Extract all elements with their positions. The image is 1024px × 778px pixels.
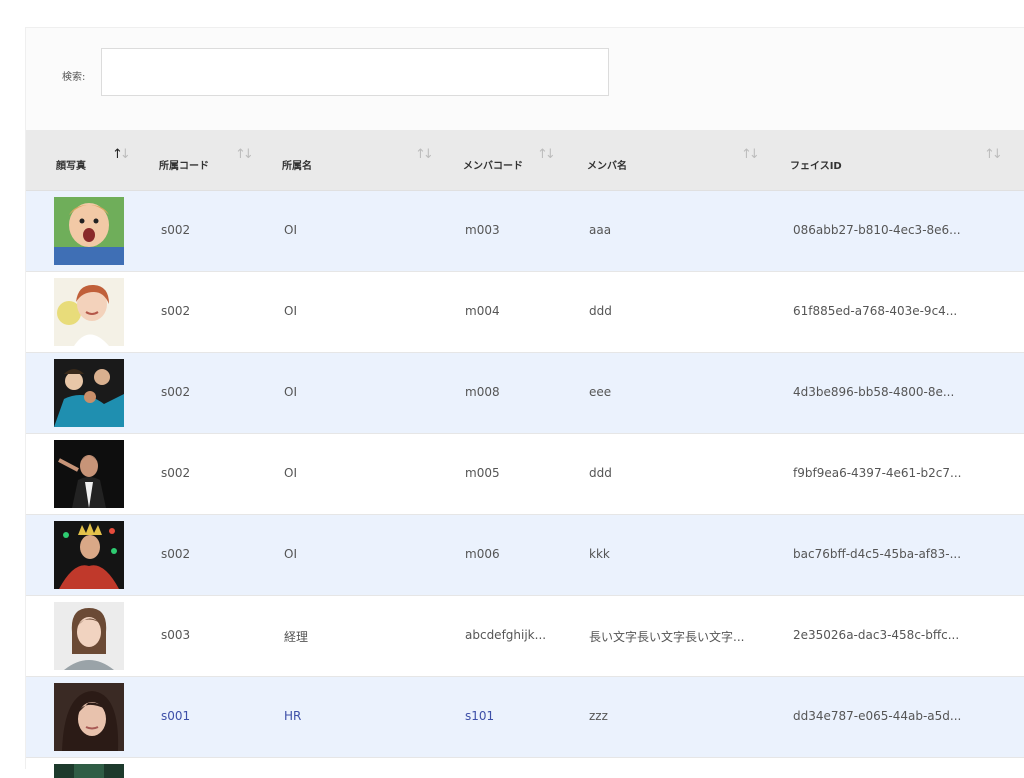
member-photo [54, 278, 124, 346]
member-photo [54, 359, 124, 427]
sort-icon[interactable]: ↑↓ [415, 147, 434, 162]
table-row[interactable]: s003 経理 abcdefghijk... 長い文字長い文字長い文字... 2… [26, 596, 1024, 677]
member-name-cell: kkk [589, 547, 610, 561]
member-table-panel: 検索: 顔写真 ↑↓ 所属コード ↑↓ 所属名 ↑↓ メンバコード ↑↓ メンバ… [25, 27, 1024, 778]
face-id-cell: 086abb27-b810-4ec3-8e6... [793, 223, 961, 237]
member-photo [54, 440, 124, 508]
dept-name-cell: OI [284, 385, 297, 399]
face-id-cell: f9bf9ea6-4397-4e61-b2c7... [793, 466, 962, 480]
member-photo [54, 521, 124, 589]
sort-icon[interactable]: ↑↓ [984, 147, 1003, 162]
member-code-cell: m005 [465, 466, 500, 480]
search-input[interactable] [101, 48, 609, 96]
face-id-cell: 61f885ed-a768-403e-9c4... [793, 304, 958, 318]
dept-code-cell: s003 [161, 628, 191, 642]
face-id-cell: 4d3be896-bb58-4800-8e... [793, 385, 955, 399]
column-header-member-code[interactable]: メンバコード ↑↓ [461, 130, 561, 190]
dept-name-cell: OI [284, 223, 297, 237]
member-photo [54, 602, 124, 670]
sort-icon[interactable]: ↑↓ [235, 147, 254, 162]
column-header-face-id[interactable]: フェイスID ↑↓ [788, 130, 1023, 190]
dept-name-cell: OI [284, 547, 297, 561]
column-header-dept-name[interactable]: 所属名 ↑↓ [280, 130, 440, 190]
member-code-cell: abcdefghijk... [465, 628, 547, 642]
dept-code-cell: s001 [161, 709, 191, 723]
column-header-label: メンバコード [463, 161, 523, 172]
dept-name-cell: OI [284, 466, 297, 480]
table-row[interactable]: s002 OI m004 ddd 61f885ed-a768-403e-9c4.… [26, 272, 1024, 353]
face-id-cell: bac76bff-d4c5-45ba-af83-... [793, 547, 962, 561]
member-code-cell: m004 [465, 304, 500, 318]
member-name-cell: ddd [589, 466, 612, 480]
dept-name-cell: OI [284, 304, 297, 318]
member-code-cell: m006 [465, 547, 500, 561]
member-photo [54, 683, 124, 751]
dept-code-cell: s002 [161, 304, 191, 318]
table-row[interactable]: s001 HR s101 zzz dd34e787-e065-44ab-a5d.… [26, 677, 1024, 758]
column-header-label: 所属コード [159, 161, 209, 172]
table-row[interactable]: s002 OI m003 aaa 086abb27-b810-4ec3-8e6.… [26, 191, 1024, 272]
table-row[interactable]: s002 OI m005 ddd f9bf9ea6-4397-4e61-b2c7… [26, 434, 1024, 515]
column-header-member-name[interactable]: メンバ名 ↑↓ [585, 130, 765, 190]
sort-icon[interactable]: ↑↓ [741, 147, 760, 162]
dept-code-cell: s002 [161, 466, 191, 480]
column-header-photo[interactable]: 顔写真 ↑↓ [54, 130, 154, 190]
sort-ascending-icon[interactable]: ↑↓ [112, 147, 131, 162]
table-row[interactable]: s002 OI m008 eee 4d3be896-bb58-4800-8e..… [26, 353, 1024, 434]
member-code-cell: m003 [465, 223, 500, 237]
member-photo [54, 764, 124, 778]
member-name-cell: ddd [589, 304, 612, 318]
dept-name-cell: 経理 [284, 630, 309, 644]
column-header-dept-code[interactable]: 所属コード ↑↓ [157, 130, 277, 190]
table-row[interactable]: s002 OI m006 kkk bac76bff-d4c5-45ba-af83… [26, 515, 1024, 596]
member-name-cell: zzz [589, 709, 608, 723]
member-name-cell: eee [589, 385, 612, 399]
face-id-cell: 2e35026a-dac3-458c-bffc... [793, 628, 960, 642]
member-name-cell: aaa [589, 223, 612, 237]
member-name-cell: 長い文字長い文字長い文字... [589, 630, 745, 644]
member-code-cell: s101 [465, 709, 495, 723]
column-header-label: 所属名 [282, 161, 312, 172]
search-label: 検索: [62, 72, 86, 83]
table-row[interactable] [26, 758, 1024, 778]
column-header-label: メンバ名 [587, 161, 627, 172]
table-header: 顔写真 ↑↓ 所属コード ↑↓ 所属名 ↑↓ メンバコード ↑↓ メンバ名 ↑↓… [26, 130, 1024, 191]
member-code-cell: m008 [465, 385, 500, 399]
column-header-label: 顔写真 [56, 161, 86, 172]
dept-code-cell: s002 [161, 547, 191, 561]
member-photo [54, 197, 124, 265]
column-header-label: フェイスID [790, 161, 842, 172]
sort-icon[interactable]: ↑↓ [537, 147, 556, 162]
dept-code-cell: s002 [161, 385, 191, 399]
face-id-cell: dd34e787-e065-44ab-a5d... [793, 709, 962, 723]
dept-code-cell: s002 [161, 223, 191, 237]
search-bar: 検索: [26, 28, 1024, 130]
dept-name-cell: HR [284, 709, 302, 723]
